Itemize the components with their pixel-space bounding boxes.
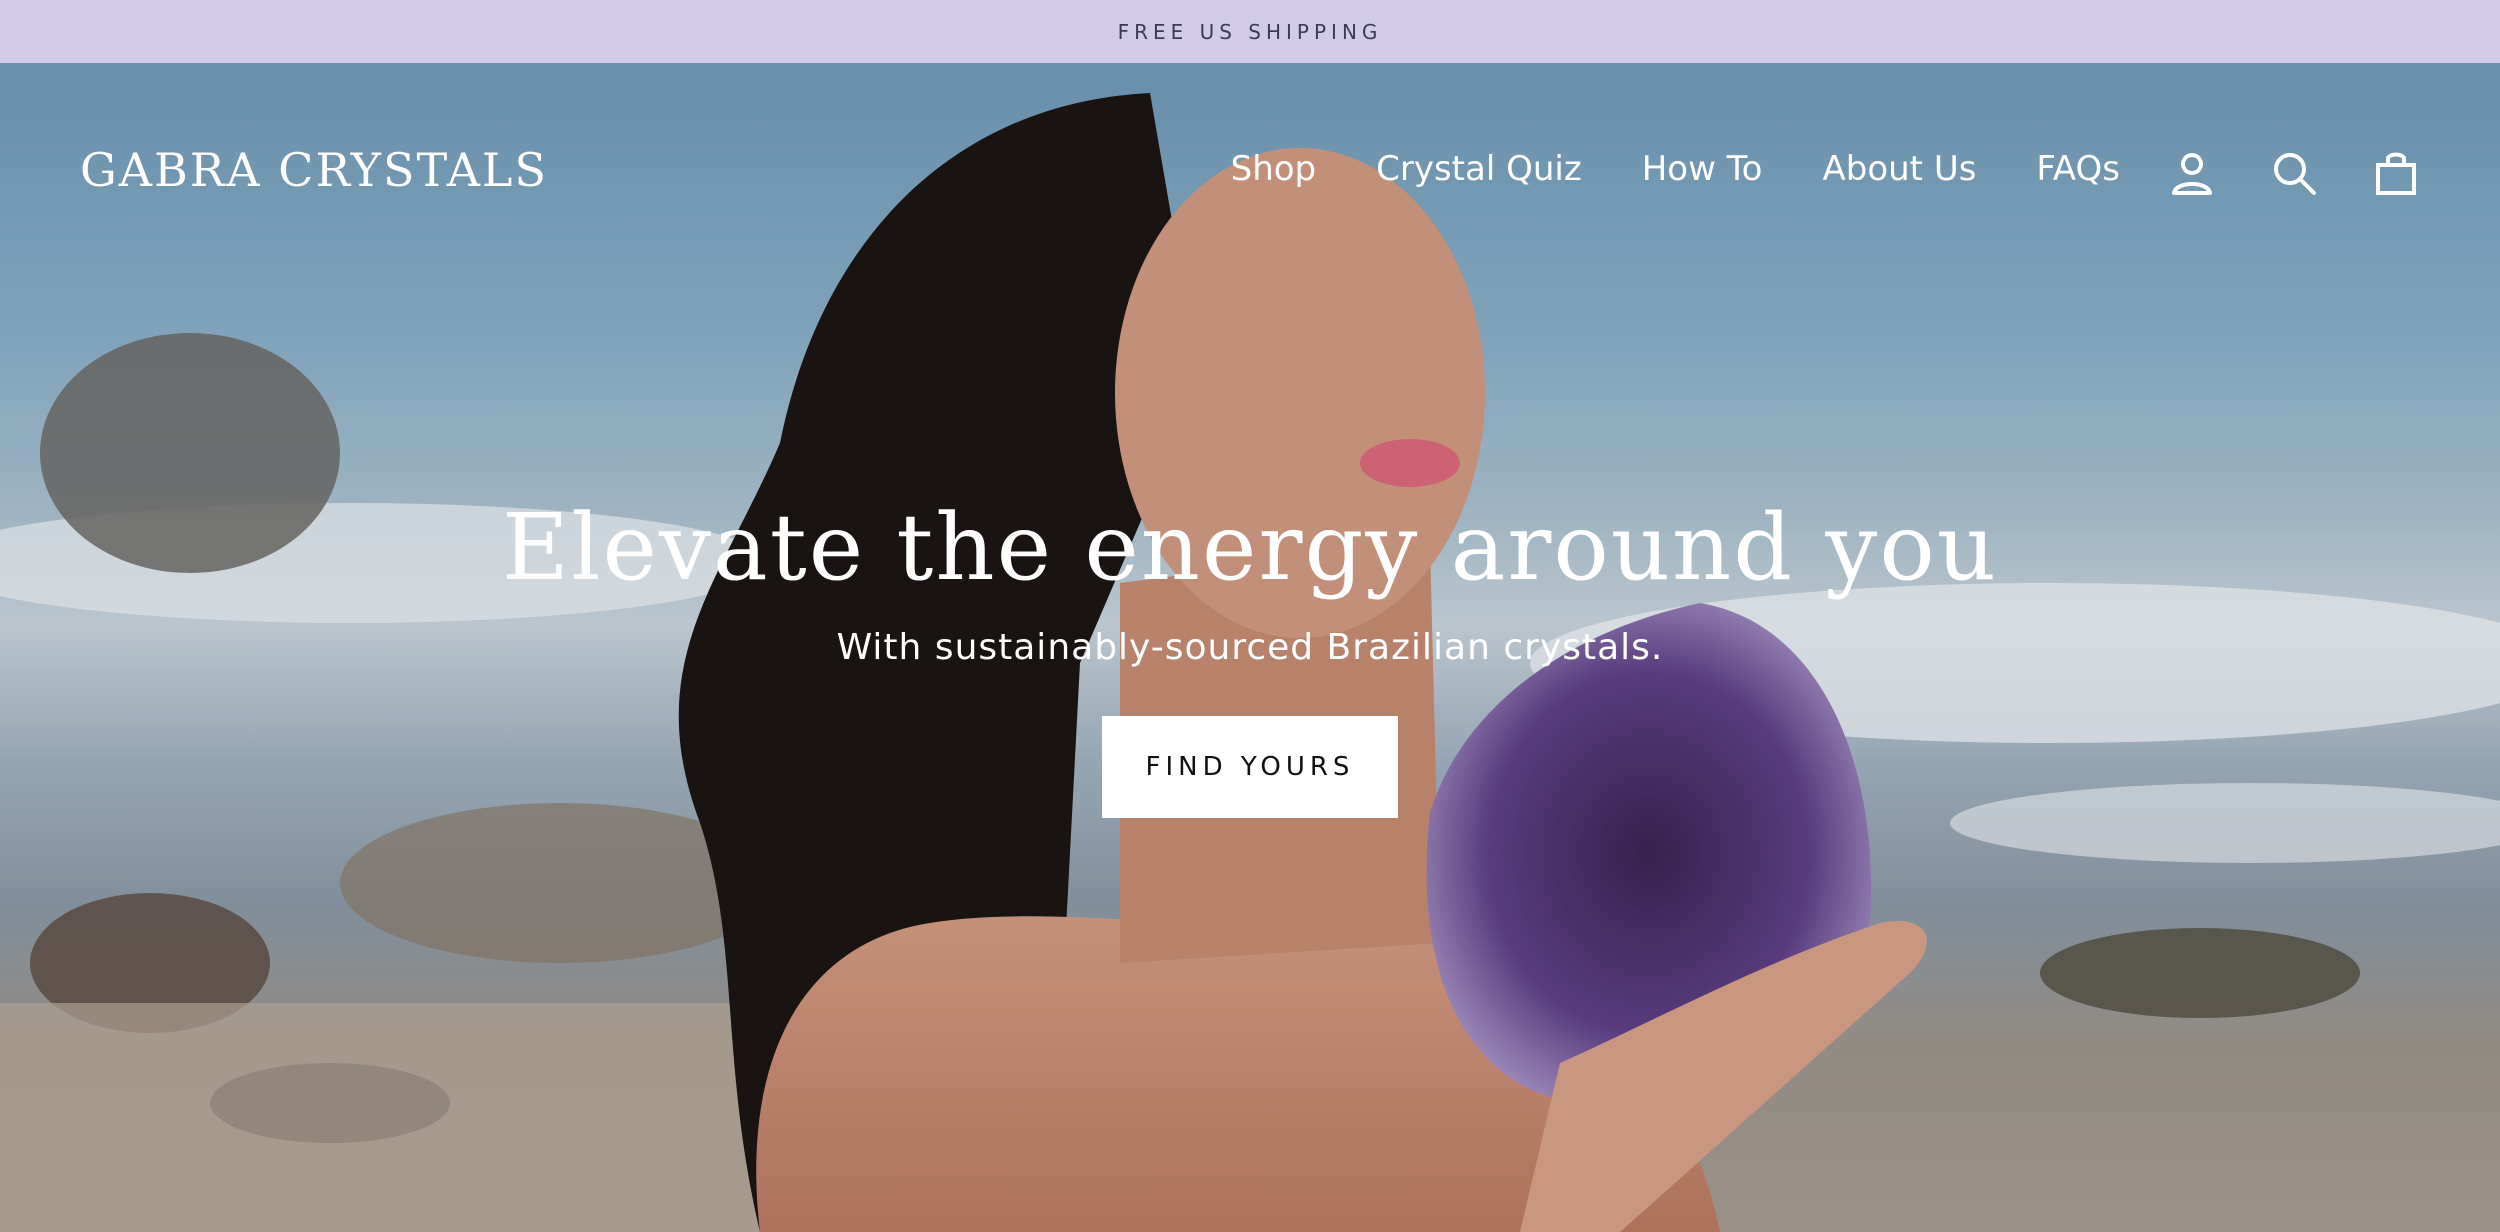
- hero-subtitle: With sustainably-sourced Brazilian cryst…: [836, 627, 1664, 668]
- announcement-bar: FREE US SHIPPING: [0, 0, 2500, 63]
- find-yours-button[interactable]: FIND YOURS: [1102, 716, 1398, 818]
- nav-item-shop[interactable]: Shop: [1231, 149, 1317, 189]
- cart-icon[interactable]: [2372, 149, 2420, 197]
- account-icon[interactable]: [2168, 149, 2216, 197]
- hero-title: Elevate the energy around you: [501, 494, 1999, 601]
- main-navigation: Shop Crystal Quiz How To About Us FAQs: [1231, 149, 2120, 189]
- nav-item-about-us[interactable]: About Us: [1822, 149, 1976, 189]
- site-logo[interactable]: GABRA CRYSTALS: [80, 143, 548, 197]
- announcement-text: FREE US SHIPPING: [1117, 19, 1383, 44]
- hero-content: Elevate the energy around you With susta…: [0, 493, 2500, 818]
- nav-item-faqs[interactable]: FAQs: [2036, 149, 2120, 189]
- site-header: GABRA CRYSTALS Shop Crystal Quiz How To …: [0, 63, 2500, 283]
- nav-item-crystal-quiz[interactable]: Crystal Quiz: [1376, 149, 1582, 189]
- header-icons: [2168, 149, 2420, 197]
- nav-item-how-to[interactable]: How To: [1642, 149, 1763, 189]
- search-icon[interactable]: [2270, 149, 2318, 197]
